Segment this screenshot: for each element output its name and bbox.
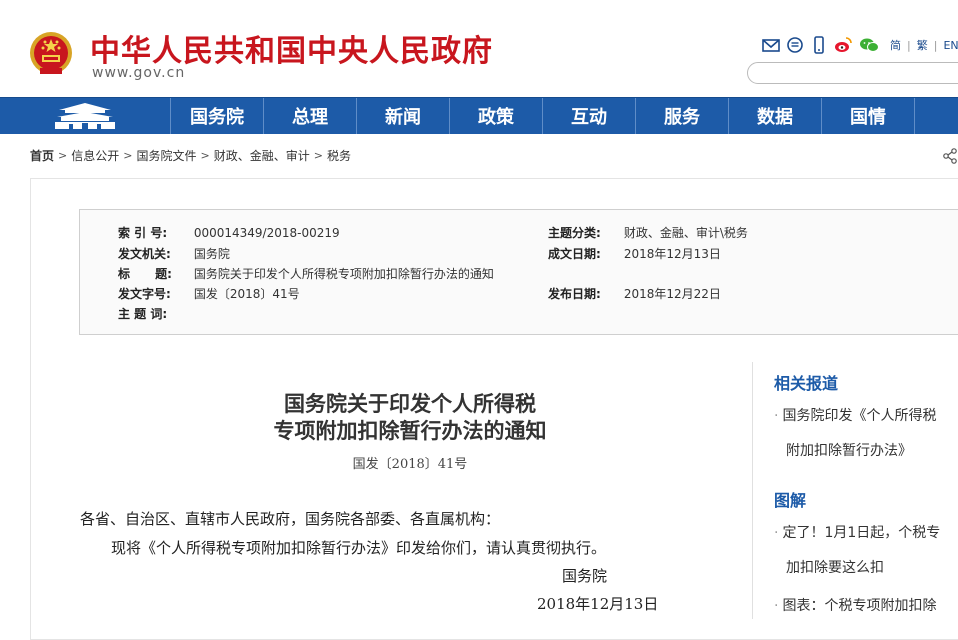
graphic-link-1-continued[interactable]: 加扣除要这么扣	[786, 557, 884, 577]
related-reports-heading: 相关报道	[774, 374, 839, 393]
lang-separator: |	[907, 38, 911, 52]
bullet-icon: ·	[774, 598, 779, 614]
meta-docno-value: 国发〔2018〕41号	[193, 287, 300, 301]
meta-category-label: 主题分类:	[548, 226, 601, 240]
nav-item-national-info[interactable]: 国情	[822, 98, 915, 134]
site-url[interactable]: www.gov.cn	[92, 65, 185, 81]
meta-subject-value: 国务院关于印发个人所得税专项附加扣除暂行办法的通知	[193, 267, 494, 281]
article-title-line2: 专项附加扣除暂行办法的通知	[273, 418, 547, 443]
chevron-right-icon: >	[200, 149, 210, 162]
article-doc-number: 国发〔2018〕41号	[352, 457, 468, 472]
breadcrumb-tax[interactable]: 税务	[327, 147, 351, 164]
meta-written-value: 2018年12月13日	[623, 247, 721, 261]
national-emblem-icon[interactable]	[28, 30, 74, 78]
meta-issuer-value: 国务院	[193, 247, 230, 261]
chat-icon[interactable]	[786, 36, 804, 54]
breadcrumb-home[interactable]: 首页	[30, 147, 54, 164]
nav-item-interaction[interactable]: 互动	[543, 98, 636, 134]
lang-separator: |	[933, 38, 938, 52]
breadcrumb-finance[interactable]: 财政、金融、审计	[214, 147, 310, 164]
meta-published-value: 2018年12月22日	[623, 287, 721, 301]
graphic-link-2-text[interactable]: 图表：个税专项附加扣除	[782, 598, 936, 614]
meta-keywords-label: 主 题 词:	[118, 307, 168, 321]
chevron-right-icon: >	[313, 149, 323, 162]
article-date: 2018年12月13日	[537, 595, 659, 613]
main-nav: 国务院 总理 新闻 政策 互动 服务 数据 国情	[0, 97, 958, 134]
bullet-icon: ·	[774, 408, 779, 424]
meta-index-label: 索 引 号:	[118, 226, 168, 240]
weibo-icon[interactable]	[834, 36, 852, 54]
nav-home[interactable]	[0, 98, 171, 134]
related-link-continued[interactable]: 附加扣除暂行办法》	[786, 440, 912, 460]
nav-item-data[interactable]: 数据	[729, 98, 822, 134]
article-title: 国务院关于印发个人所得税 专项附加扣除暂行办法的通知	[80, 390, 740, 444]
graphic-link-1[interactable]: · 定了！1月1日起，个税专	[774, 522, 940, 542]
graphic-link-2[interactable]: · 图表：个税专项附加扣除	[774, 595, 936, 615]
lang-english-link[interactable]: EN	[943, 39, 958, 52]
nav-item-state-council[interactable]: 国务院	[171, 98, 264, 134]
article-title-line1: 国务院关于印发个人所得税	[284, 391, 536, 416]
sidebar-divider	[752, 362, 753, 619]
breadcrumb-state-council-docs[interactable]: 国务院文件	[136, 147, 196, 164]
meta-docno-label: 发文字号:	[118, 287, 171, 301]
article-paragraph: 现将《个人所得税专项附加扣除暂行办法》印发给你们，请认真贯彻执行。	[111, 539, 607, 557]
graphics-heading: 图解	[774, 491, 807, 510]
article-signature: 国务院	[562, 567, 608, 585]
breadcrumb: 首页 > 信息公开 > 国务院文件 > 财政、金融、审计 > 税务	[30, 147, 351, 164]
meta-index-value: 000014349/2018-00219	[193, 226, 340, 240]
related-link-text[interactable]: 国务院印发《个人所得税	[782, 408, 936, 424]
share-icon[interactable]	[942, 148, 958, 164]
nav-item-news[interactable]: 新闻	[357, 98, 450, 134]
lang-traditional-link[interactable]: 繁	[917, 37, 928, 53]
meta-written-label: 成文日期:	[548, 247, 601, 261]
meta-published-label: 发布日期:	[548, 287, 601, 301]
nav-item-premier[interactable]: 总理	[264, 98, 357, 134]
graphic-link-1-text[interactable]: 定了！1月1日起，个税专	[782, 525, 940, 541]
search-input[interactable]	[747, 62, 958, 84]
meta-subject-label: 标 题:	[118, 267, 172, 281]
site-title[interactable]: 中华人民共和国中央人民政府	[90, 26, 493, 70]
chevron-right-icon: >	[123, 149, 133, 162]
breadcrumb-info-public[interactable]: 信息公开	[71, 147, 119, 164]
article-salutation: 各省、自治区、直辖市人民政府，国务院各部委、各直属机构：	[80, 510, 501, 528]
wechat-icon[interactable]	[858, 36, 880, 54]
related-link[interactable]: · 国务院印发《个人所得税	[774, 405, 936, 425]
mail-icon[interactable]	[762, 36, 780, 54]
tiananmen-icon	[55, 103, 115, 129]
nav-item-policy[interactable]: 政策	[450, 98, 543, 134]
lang-simplified-link[interactable]: 简	[890, 37, 901, 53]
mobile-icon[interactable]	[810, 36, 828, 54]
bullet-icon: ·	[774, 525, 779, 541]
nav-item-service[interactable]: 服务	[636, 98, 729, 134]
document-meta-table: 索 引 号: 000014349/2018-00219 主题分类: 财政、金融、…	[79, 209, 958, 335]
chevron-right-icon: >	[58, 149, 68, 162]
meta-issuer-label: 发文机关:	[118, 247, 171, 261]
meta-category-value: 财政、金融、审计\税务	[623, 226, 748, 240]
header-tools: 简 | 繁 | EN	[762, 35, 958, 55]
site-header: 中华人民共和国中央人民政府 www.gov.cn 简 | 繁 | EN	[0, 0, 958, 97]
